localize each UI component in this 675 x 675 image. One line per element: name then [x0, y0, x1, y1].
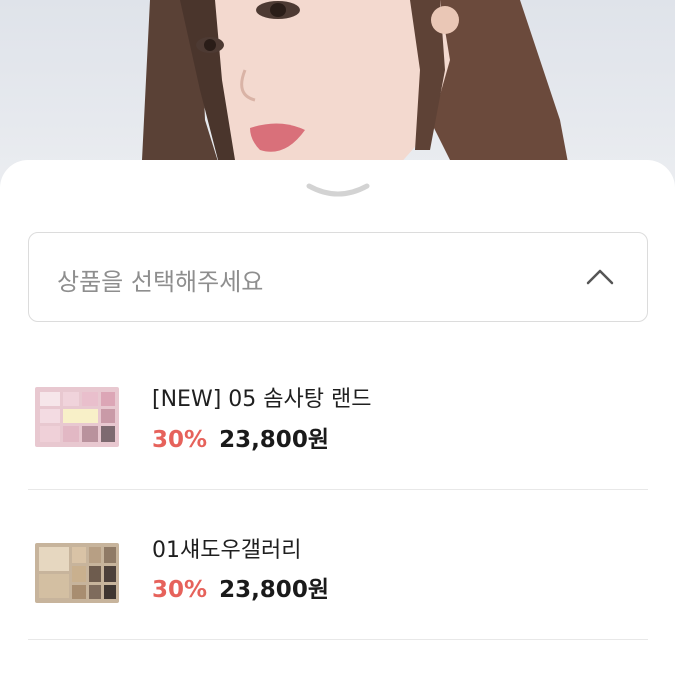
- product-select-dropdown[interactable]: 상품을 선택해주세요: [28, 232, 648, 322]
- select-placeholder: 상품을 선택해주세요: [57, 268, 264, 296]
- product-option[interactable]: 01섀도우갤러리 30% 23,800원: [28, 490, 648, 640]
- product-price: 23,800원: [219, 427, 329, 453]
- product-name: 01섀도우갤러리: [152, 538, 302, 563]
- brown-eyeshadow-palette: [35, 543, 119, 603]
- price-row: 30% 23,800원: [152, 420, 329, 454]
- product-name: [NEW] 05 솜사탕 랜드: [152, 387, 372, 412]
- product-price: 23,800원: [219, 577, 329, 603]
- chevron-up-icon[interactable]: [585, 263, 615, 293]
- pink-eyeshadow-palette: [35, 387, 119, 447]
- chevron-down-icon[interactable]: [305, 180, 371, 202]
- discount-rate: 30%: [152, 427, 208, 453]
- product-option[interactable]: [NEW] 05 솜사탕 랜드 30% 23,800원: [28, 340, 648, 490]
- discount-rate: 30%: [152, 577, 208, 603]
- price-row: 30% 23,800원: [152, 570, 329, 604]
